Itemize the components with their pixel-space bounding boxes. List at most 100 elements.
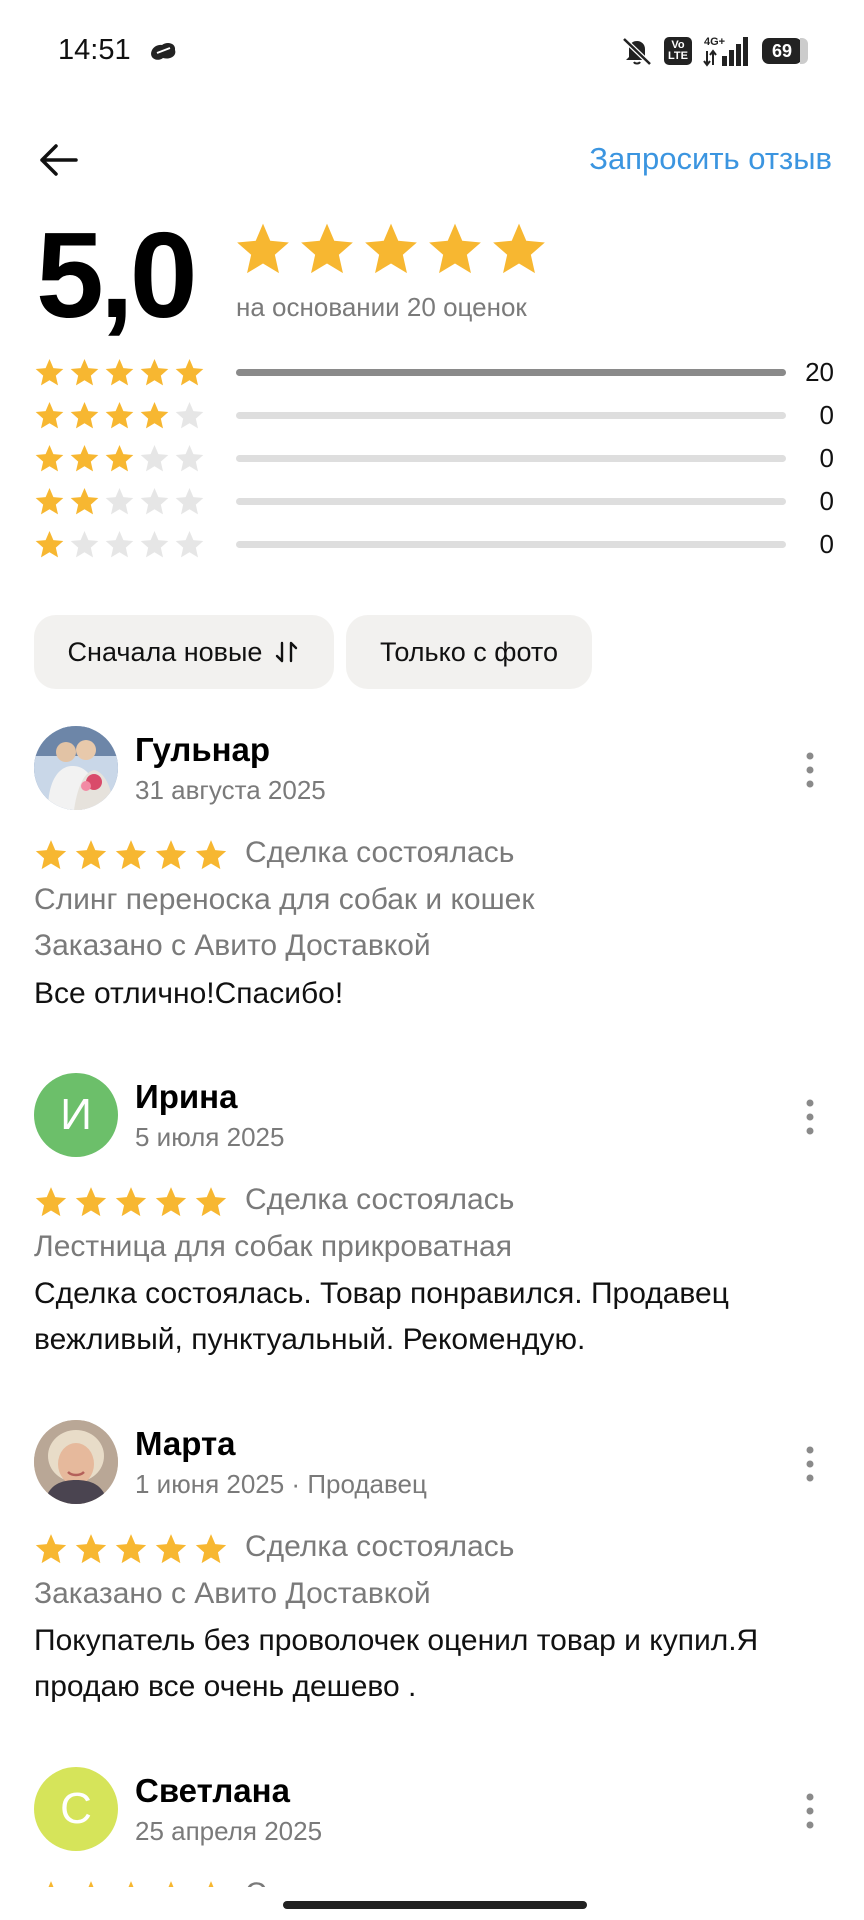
histogram-row: 0	[34, 400, 834, 430]
star-filled-icon	[237, 223, 289, 274]
review-date: 5 июля 2025	[135, 1122, 285, 1152]
star-empty-icon	[175, 401, 204, 428]
status-icons: Vo LTE 4G+ 69	[620, 34, 808, 68]
star-filled-icon	[35, 487, 64, 514]
star-filled-icon	[168, 1881, 174, 1887]
star-filled-icon	[35, 1187, 67, 1217]
review-card: С Светлана 25 апреля 2025 Сделка состоял…	[34, 1767, 834, 1887]
review-date: 25 апреля 2025	[135, 1816, 323, 1846]
avatar-letter: И	[60, 1090, 92, 1139]
histogram-stars	[34, 443, 232, 474]
only-photo-chip[interactable]: Только с фото	[346, 615, 592, 689]
more-vertical-icon[interactable]	[798, 750, 822, 790]
rating-stars	[234, 220, 548, 278]
star-filled-icon	[48, 1881, 54, 1887]
reviewer-name: Ирина	[135, 1078, 238, 1115]
review-date: 31 августа 2025	[135, 775, 326, 805]
signal-icon: 4G+	[703, 36, 748, 67]
avatar[interactable]: С	[34, 1767, 118, 1851]
volte-icon: Vo LTE	[664, 37, 692, 65]
arrow-left-icon[interactable]	[36, 138, 80, 182]
more-vertical-icon[interactable]	[798, 1097, 822, 1137]
sort-chip-label: Сначала новые	[67, 636, 263, 667]
star-filled-icon	[208, 1881, 214, 1887]
avatar[interactable]: И	[34, 1073, 118, 1157]
more-vertical-icon[interactable]	[798, 1444, 822, 1484]
star-empty-icon	[175, 444, 204, 471]
star-filled-icon	[155, 1187, 187, 1217]
star-filled-icon	[195, 1187, 227, 1217]
deal-status: Сделка состоялась	[245, 1530, 515, 1563]
star-filled-icon	[195, 840, 227, 870]
review-stars	[34, 1532, 228, 1566]
avatar[interactable]	[34, 1420, 118, 1504]
star-filled-icon	[35, 840, 67, 870]
star-filled-icon	[128, 1881, 134, 1887]
histogram-bar	[236, 412, 786, 419]
histogram-count: 20	[805, 357, 834, 387]
star-filled-icon	[115, 1534, 147, 1564]
reviewer-name: Марта	[135, 1425, 236, 1462]
review-item-title: Слинг переноска для собак и кошек	[34, 883, 535, 916]
review-text: Все отлично!Спасибо!	[34, 977, 344, 1010]
histogram-stars	[34, 400, 232, 431]
avatar[interactable]	[34, 726, 118, 810]
histogram-count: 0	[819, 443, 834, 473]
star-empty-icon	[105, 530, 134, 557]
star-filled-icon	[35, 1534, 67, 1564]
cloud-icon	[151, 42, 176, 60]
star-filled-icon	[75, 1187, 107, 1217]
delivery-note: Заказано с Авито Доставкой	[34, 929, 431, 962]
star-filled-icon	[70, 401, 99, 428]
star-empty-icon	[175, 530, 204, 557]
sort-newest-chip[interactable]: Сначала новые	[34, 615, 334, 689]
histogram-count: 0	[819, 486, 834, 516]
sort-arrows-icon	[276, 641, 298, 663]
star-filled-icon	[140, 358, 169, 385]
star-filled-icon	[429, 223, 481, 274]
star-empty-icon	[140, 444, 169, 471]
star-filled-icon	[105, 401, 134, 428]
star-filled-icon	[365, 223, 417, 274]
star-filled-icon	[75, 1534, 107, 1564]
star-filled-icon	[70, 358, 99, 385]
more-vertical-icon[interactable]	[798, 1791, 822, 1831]
star-filled-icon	[35, 444, 64, 471]
home-indicator[interactable]	[283, 1901, 587, 1909]
delivery-note: Заказано с Авито Доставкой	[34, 1577, 431, 1610]
star-empty-icon	[175, 487, 204, 514]
histogram-stars	[34, 529, 232, 560]
request-review-link[interactable]: Запросить отзыв	[589, 141, 832, 177]
star-filled-icon	[35, 401, 64, 428]
review-card: Марта 1 июня 2025 · Продавец Сделка сост…	[34, 1420, 834, 1720]
histogram-stars	[34, 486, 232, 517]
histogram-stars	[34, 357, 232, 388]
reviewer-name: Гульнар	[135, 731, 271, 768]
histogram-row: 0	[34, 443, 834, 473]
rating-score: 5,0	[36, 207, 198, 343]
star-filled-icon	[35, 358, 64, 385]
histogram-row: 20	[34, 357, 834, 387]
star-filled-icon	[70, 487, 99, 514]
histogram-count: 0	[819, 529, 834, 559]
review-stars	[34, 838, 228, 872]
star-filled-icon	[35, 530, 64, 557]
review-stars	[34, 1879, 228, 1887]
star-filled-icon	[115, 1187, 147, 1217]
deal-status: Сделка состоялась	[245, 1183, 515, 1216]
histogram-bar-fill	[236, 369, 786, 376]
star-filled-icon	[175, 358, 204, 385]
deal-status: Сделка состоялась	[245, 1877, 514, 1887]
star-filled-icon	[301, 223, 353, 274]
star-filled-icon	[105, 358, 134, 385]
star-filled-icon	[140, 401, 169, 428]
mute-icon	[622, 37, 652, 66]
star-filled-icon	[155, 840, 187, 870]
review-card: Гульнар 31 августа 2025 Сделка состоялас…	[34, 726, 834, 1026]
svg-text:4G+: 4G+	[704, 36, 725, 48]
review-item-title: Лестница для собак прикроватная	[34, 1230, 512, 1263]
histogram-bar	[236, 455, 786, 462]
star-filled-icon	[155, 1534, 187, 1564]
star-filled-icon	[105, 444, 134, 471]
histogram-bar	[236, 498, 786, 505]
